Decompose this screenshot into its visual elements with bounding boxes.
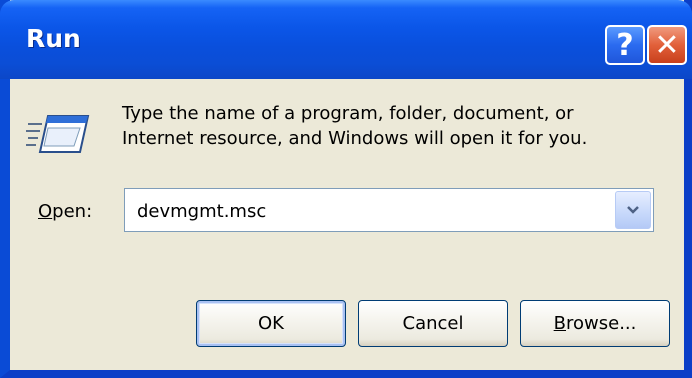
open-combobox[interactable]: devmgmt.msc	[124, 188, 654, 232]
browse-mnemonic: B	[553, 313, 566, 334]
description-line-2: Internet resource, and Windows will open…	[122, 128, 588, 149]
open-label-rest: pen:	[52, 201, 93, 222]
help-icon: ?	[616, 27, 634, 63]
browse-button-label: Browse...	[554, 313, 637, 334]
open-label-mnemonic: O	[38, 201, 53, 222]
description-line-1: Type the name of a program, folder, docu…	[122, 103, 574, 124]
run-program-icon	[26, 115, 90, 153]
help-button[interactable]: ?	[605, 25, 645, 65]
cancel-button[interactable]: Cancel	[358, 300, 508, 347]
open-label: Open:	[38, 201, 92, 222]
browse-button[interactable]: Browse...	[520, 300, 670, 347]
ok-button-label: OK	[258, 313, 284, 334]
chevron-down-icon	[627, 206, 639, 214]
cancel-button-label: Cancel	[402, 313, 464, 334]
window-title: Run	[26, 24, 81, 53]
dropdown-button[interactable]	[615, 191, 651, 229]
title-bar[interactable]: Run ? ✕	[0, 0, 692, 79]
close-icon: ✕	[654, 27, 680, 63]
close-button[interactable]: ✕	[647, 25, 687, 65]
ok-button[interactable]: OK	[196, 300, 346, 347]
browse-rest: rowse...	[566, 313, 637, 334]
open-input[interactable]: devmgmt.msc	[137, 201, 266, 222]
run-description: Type the name of a program, folder, docu…	[122, 101, 652, 151]
